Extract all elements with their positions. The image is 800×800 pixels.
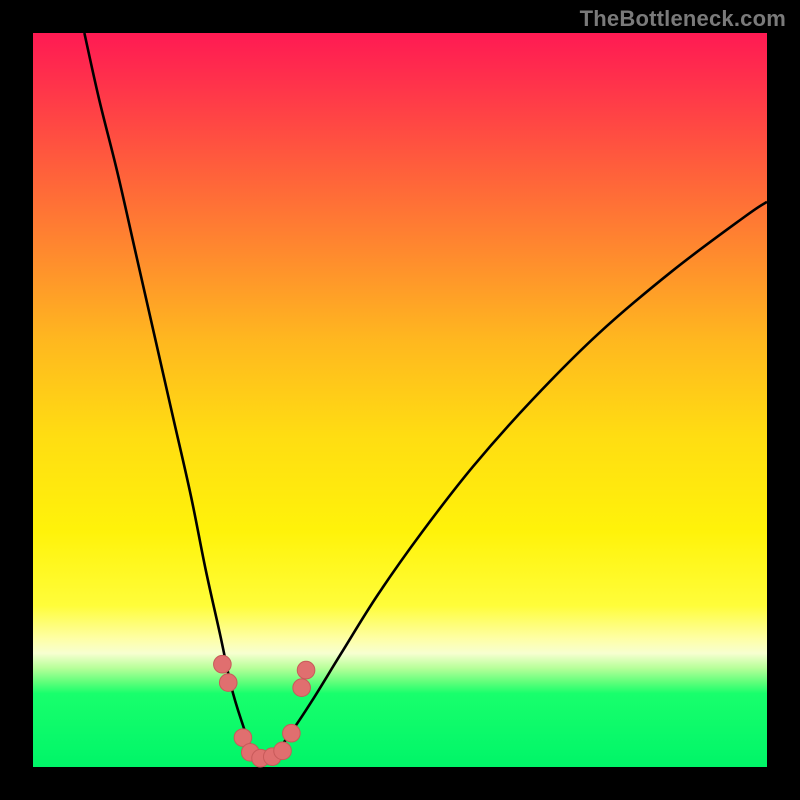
highlight-marker [283,724,301,742]
watermark-text: TheBottleneck.com [580,6,786,32]
chart-frame: TheBottleneck.com [0,0,800,800]
plot-area [33,33,767,767]
left-branch-curve [84,33,260,760]
highlight-marker [293,679,311,697]
highlight-marker [214,655,232,673]
highlight-marker [274,742,292,760]
right-branch-curve [261,202,767,760]
curve-layer [33,33,767,767]
highlight-marker [219,674,237,692]
highlight-marker [297,661,315,679]
